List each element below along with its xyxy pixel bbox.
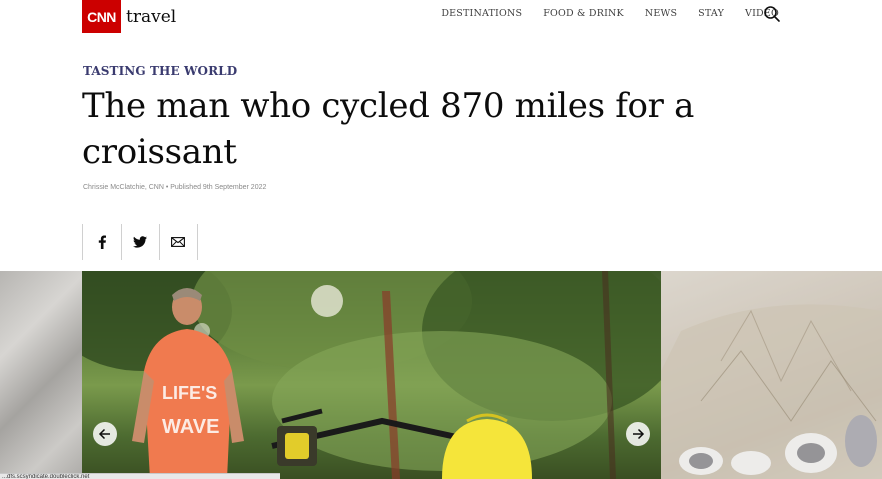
next-slide-photo [661, 304, 882, 479]
facebook-icon [98, 235, 106, 249]
section-label[interactable]: travel [126, 7, 176, 27]
main-nav: DESTINATIONS FOOD & DRINK NEWS STAY VIDE… [441, 8, 779, 19]
site-header: CNN travel DESTINATIONS FOOD & DRINK NEW… [0, 0, 882, 34]
image-gallery: LIFE'S WAVE [0, 271, 882, 479]
cnn-logo[interactable]: CNN [82, 0, 121, 33]
gallery-previous-button[interactable] [93, 422, 117, 446]
cyclist-photo: LIFE'S WAVE [82, 271, 661, 479]
arrow-right-icon [633, 428, 645, 440]
gallery-next-button[interactable] [626, 422, 650, 446]
email-icon [171, 237, 186, 247]
nav-item-destinations[interactable]: DESTINATIONS [441, 8, 522, 19]
nav-item-news[interactable]: NEWS [645, 8, 677, 19]
svg-text:WAVE: WAVE [162, 416, 219, 438]
article-headline: The man who cycled 870 miles for a crois… [82, 86, 695, 172]
browser-status-bar: ...dfs.scsyndicate.doubleclick.net [0, 473, 280, 479]
search-icon[interactable] [763, 5, 781, 23]
cnn-travel-logo[interactable]: CNN travel [82, 0, 176, 33]
nav-item-food-drink[interactable]: FOOD & DRINK [543, 8, 624, 19]
article-kicker[interactable]: TASTING THE WORLD [83, 64, 237, 78]
arrow-left-icon [98, 428, 110, 440]
article-byline: Chrissie McClatchie, CNN • Published 9th… [83, 184, 267, 191]
share-bar [82, 224, 198, 260]
share-twitter-button[interactable] [120, 224, 160, 260]
share-facebook-button[interactable] [82, 224, 121, 260]
gallery-next-slide-image[interactable] [661, 271, 882, 479]
svg-text:LIFE'S: LIFE'S [162, 383, 217, 403]
share-email-button[interactable] [159, 224, 198, 260]
gallery-previous-slide-image[interactable] [0, 271, 82, 479]
twitter-icon [133, 236, 148, 248]
nav-item-stay[interactable]: STAY [698, 8, 724, 19]
gallery-main-image: LIFE'S WAVE [82, 271, 661, 479]
